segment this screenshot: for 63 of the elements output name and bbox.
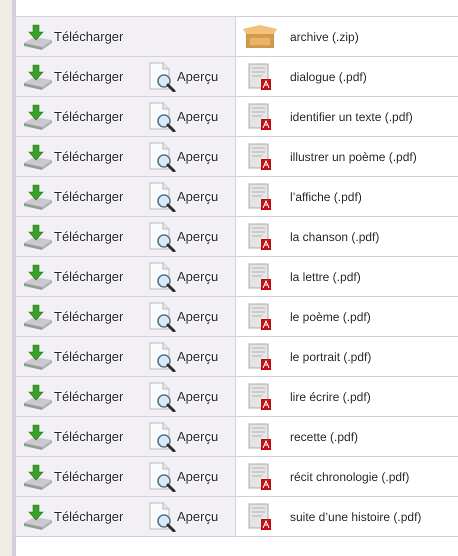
download-icon: [22, 104, 54, 130]
download-icon: [22, 504, 54, 530]
preview-link[interactable]: Aperçu: [147, 502, 218, 532]
magnifier-page-icon: [147, 142, 177, 172]
preview-link[interactable]: Aperçu: [147, 422, 218, 452]
magnifier-page-icon: [147, 422, 177, 452]
download-link[interactable]: Télécharger: [22, 264, 147, 290]
download-icon: [22, 64, 54, 90]
download-link[interactable]: Télécharger: [22, 144, 147, 170]
file-name: la chanson (.pdf): [290, 230, 380, 244]
preview-link[interactable]: Aperçu: [147, 262, 218, 292]
magnifier-page-icon: [147, 222, 177, 252]
download-icon: [22, 144, 54, 170]
preview-link[interactable]: Aperçu: [147, 462, 218, 492]
file-name: illustrer un poème (.pdf): [290, 150, 417, 164]
download-icon: [22, 224, 54, 250]
preview-link[interactable]: Aperçu: [147, 62, 218, 92]
file-name: le portrait (.pdf): [290, 350, 372, 364]
magnifier-page-icon: [147, 462, 177, 492]
preview-link[interactable]: Aperçu: [147, 142, 218, 172]
file-name: recette (.pdf): [290, 430, 358, 444]
magnifier-page-icon: [147, 102, 177, 132]
download-link[interactable]: Télécharger: [22, 344, 147, 370]
download-icon: [22, 384, 54, 410]
magnifier-page-icon: [147, 302, 177, 332]
file-name: identifier un texte (.pdf): [290, 110, 413, 124]
download-link[interactable]: Télécharger: [22, 224, 147, 250]
magnifier-page-icon: [147, 182, 177, 212]
file-name: dialogue (.pdf): [290, 70, 367, 84]
download-icon: [22, 464, 54, 490]
preview-link[interactable]: Aperçu: [147, 382, 218, 412]
download-icon: [22, 24, 54, 50]
download-link[interactable]: Télécharger: [22, 464, 147, 490]
file-name: la lettre (.pdf): [290, 270, 361, 284]
download-icon: [22, 424, 54, 450]
file-name: l’affiche (.pdf): [290, 190, 362, 204]
download-link[interactable]: Télécharger: [22, 384, 147, 410]
preview-link[interactable]: Aperçu: [147, 102, 218, 132]
download-link[interactable]: Télécharger: [22, 504, 147, 530]
download-link[interactable]: Télécharger: [22, 104, 147, 130]
download-link[interactable]: Télécharger: [22, 24, 147, 50]
preview-link[interactable]: Aperçu: [147, 342, 218, 372]
file-name: récit chronologie (.pdf): [290, 470, 410, 484]
download-link[interactable]: Télécharger: [22, 304, 147, 330]
file-name: archive (.zip): [290, 30, 359, 44]
preview-link[interactable]: Aperçu: [147, 182, 218, 212]
magnifier-page-icon: [147, 502, 177, 532]
preview-link[interactable]: Aperçu: [147, 302, 218, 332]
file-name: suite d’une histoire (.pdf): [290, 510, 422, 524]
download-link[interactable]: Télécharger: [22, 424, 147, 450]
download-icon: [22, 304, 54, 330]
magnifier-page-icon: [147, 262, 177, 292]
magnifier-page-icon: [147, 62, 177, 92]
download-icon: [22, 264, 54, 290]
download-link[interactable]: Télécharger: [22, 184, 147, 210]
download-icon: [22, 344, 54, 370]
magnifier-page-icon: [147, 342, 177, 372]
file-name: le poème (.pdf): [290, 310, 371, 324]
download-icon: [22, 184, 54, 210]
magnifier-page-icon: [147, 382, 177, 412]
file-name: lire écrire (.pdf): [290, 390, 371, 404]
preview-link[interactable]: Aperçu: [147, 222, 218, 252]
download-link[interactable]: Télécharger: [22, 64, 147, 90]
